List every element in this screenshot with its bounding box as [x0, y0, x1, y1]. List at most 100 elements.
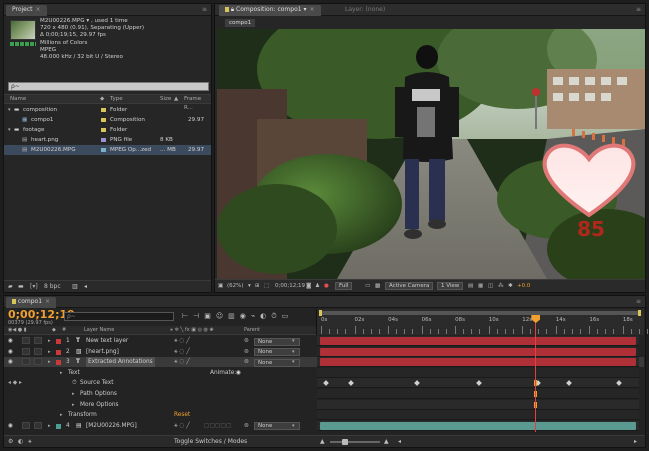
layer-label-swatch[interactable]: [56, 339, 61, 344]
zoom-in-icon[interactable]: ▲: [384, 436, 389, 447]
exposure-value[interactable]: +0.0: [517, 280, 530, 292]
layer-duration-bar[interactable]: [320, 421, 636, 430]
panel-menu-icon[interactable]: ≡: [636, 6, 641, 13]
col-parent[interactable]: Parent: [244, 326, 260, 335]
graph-editor-icon[interactable]: ⌁: [251, 312, 260, 320]
label-swatch[interactable]: [101, 148, 106, 152]
transparency-grid-icon[interactable]: ▩: [375, 280, 380, 292]
label-swatch[interactable]: [101, 108, 106, 112]
flowchart-icon[interactable]: [▾]: [30, 281, 38, 292]
av-features-icon[interactable]: ◉◀ ● ▮: [8, 326, 27, 335]
tab-project[interactable]: Project ×: [6, 5, 47, 16]
work-area-end[interactable]: [638, 310, 641, 316]
expand-arrow-icon[interactable]: ▸: [72, 389, 75, 399]
project-item[interactable]: ▾ ▬ composition Folder: [4, 105, 211, 115]
footage-usage[interactable]: ▾ , used 1 time: [86, 18, 127, 24]
pickwhip-icon[interactable]: ⊚: [244, 347, 249, 357]
chevron-down-icon[interactable]: ▾: [292, 357, 295, 367]
chevron-down-icon[interactable]: ▾: [303, 6, 306, 13]
stopwatch-icon[interactable]: ⏱: [72, 378, 77, 388]
view-layout-dropdown[interactable]: 1 View: [437, 280, 464, 292]
layer-duration-bar[interactable]: [320, 347, 636, 356]
visibility-eye-icon[interactable]: ◉: [8, 421, 13, 431]
col-type[interactable]: Type: [110, 95, 123, 104]
close-icon[interactable]: ×: [45, 298, 50, 305]
chevron-down-icon[interactable]: ▾: [248, 280, 251, 292]
mask-icon[interactable]: ⬚: [264, 280, 269, 292]
zoom-slider[interactable]: [330, 441, 380, 443]
label-swatch[interactable]: [101, 118, 106, 122]
layer-name[interactable]: Extracted Annotations: [86, 357, 155, 368]
expand-arrow-icon[interactable]: ▾: [8, 105, 11, 115]
transfer-controls-icon[interactable]: ◐: [18, 436, 23, 447]
tab-composition[interactable]: 🔒︎ Composition: compo1 ▾ ×: [219, 5, 321, 16]
visibility-eye-icon[interactable]: ◉: [8, 336, 13, 346]
expand-arrow-icon[interactable]: ▸: [48, 421, 51, 431]
layer-switches[interactable]: ⚹ ◌ ╱: [174, 347, 190, 357]
solo-box[interactable]: [22, 358, 30, 366]
expand-arrow-icon[interactable]: ▸: [48, 336, 51, 346]
scroll-left-icon[interactable]: ◂: [84, 281, 87, 292]
work-area-bar[interactable]: [319, 311, 641, 315]
camera-dropdown[interactable]: Active Camera: [385, 280, 434, 292]
layer-switch-boxes[interactable]: ▢▢▢▢▢: [204, 421, 231, 431]
scroll-left-icon[interactable]: ◂: [398, 436, 401, 447]
resolution-dropdown[interactable]: Full: [335, 280, 353, 292]
work-area-start[interactable]: [319, 310, 322, 316]
toggle-switches-modes-button[interactable]: Toggle Switches / Modes: [174, 436, 247, 447]
label-icon[interactable]: ◆: [52, 326, 56, 335]
layer-switches[interactable]: ⚹ ◌ ╱: [174, 421, 190, 431]
solo-box[interactable]: [22, 337, 30, 344]
expand-arrow-icon[interactable]: ▸: [72, 400, 75, 410]
zoom-slider-handle[interactable]: [342, 439, 348, 445]
layer-label-swatch[interactable]: [56, 349, 61, 355]
exposure-icon[interactable]: ✱: [508, 280, 513, 292]
expand-arrow-icon[interactable]: ▸: [48, 347, 51, 357]
fast-previews-icon[interactable]: ▦: [478, 280, 483, 292]
pickwhip-icon[interactable]: ⊚: [244, 421, 249, 431]
visibility-eye-icon[interactable]: ◉: [8, 347, 13, 357]
close-icon[interactable]: ×: [310, 6, 315, 13]
project-item[interactable]: ▾ ▬ footage Folder: [4, 125, 211, 135]
color-channels-icon[interactable]: ●: [324, 280, 329, 292]
solo-box[interactable]: [22, 421, 30, 429]
bpc-button[interactable]: 8 bpc: [44, 281, 61, 292]
lock-box[interactable]: [34, 347, 42, 355]
expand-arrow-icon[interactable]: ▸: [60, 368, 63, 378]
col-name[interactable]: Name: [10, 95, 26, 104]
render-queue-icon[interactable]: ▭: [282, 312, 294, 320]
layer-switches-icon[interactable]: ⚙: [8, 436, 13, 447]
animate-label[interactable]: Animate:: [210, 368, 236, 378]
col-layer-name[interactable]: Layer Name: [84, 326, 114, 335]
brainstorm-icon[interactable]: ◐: [260, 312, 271, 320]
trash-icon[interactable]: ▥: [72, 281, 78, 292]
expand-arrow-icon[interactable]: ▸: [60, 410, 63, 420]
layer-label-swatch[interactable]: [56, 423, 61, 429]
layer-name[interactable]: [heart.png]: [86, 347, 119, 357]
new-folder-icon[interactable]: ▬: [18, 281, 24, 292]
playhead[interactable]: [531, 315, 541, 432]
visibility-eye-icon[interactable]: ◉: [8, 357, 13, 367]
project-search-input[interactable]: ρ~: [8, 82, 209, 91]
pickwhip-icon[interactable]: ⊚: [244, 336, 249, 346]
layer-row[interactable]: ◉ ▸ 4 ▤ [M2U00226.MPG] ⚹ ◌ ╱ ▢▢▢▢▢ ⊚ None ▾: [4, 420, 644, 431]
panel-menu-icon[interactable]: ≡: [636, 298, 641, 305]
frame-blending-icon[interactable]: ▥: [228, 312, 240, 320]
toggle-pixel-aspect-icon[interactable]: ▤: [468, 280, 473, 292]
expand-arrow-icon[interactable]: ▸: [48, 357, 51, 367]
panel-menu-icon[interactable]: ≡: [202, 6, 207, 13]
chevron-down-icon[interactable]: ▾: [292, 347, 295, 357]
property-row[interactable]: ▸ Text Animate: ◉: [4, 367, 644, 378]
scroll-right-icon[interactable]: ▸: [634, 436, 637, 447]
layer-row[interactable]: ◉ ▸ 1 T New text layer ⚹ ◌ ╱ ⊚ None ▾: [4, 336, 644, 346]
time-ruler[interactable]: 0s 02s 04s 06s 08s 10s 12s 14s 16s 18s: [316, 309, 648, 335]
solo-box[interactable]: [22, 347, 30, 355]
project-item[interactable]: ▤ M2U00226.MPG MPEG Op...zed ... MB 29.97: [4, 145, 211, 155]
show-snapshot-icon[interactable]: ♟: [315, 280, 320, 292]
property-row[interactable]: ⏱ ◂ ◆ ▸ Source Text: [4, 378, 644, 389]
flowchart-icon[interactable]: ⁂: [498, 280, 504, 292]
pickwhip-icon[interactable]: ⊚: [244, 357, 249, 367]
lock-icon[interactable]: 🔒︎: [231, 6, 234, 13]
label-icon[interactable]: ◆: [100, 95, 104, 104]
keyframe-navigator[interactable]: ◂ ◆ ▸: [8, 378, 22, 388]
